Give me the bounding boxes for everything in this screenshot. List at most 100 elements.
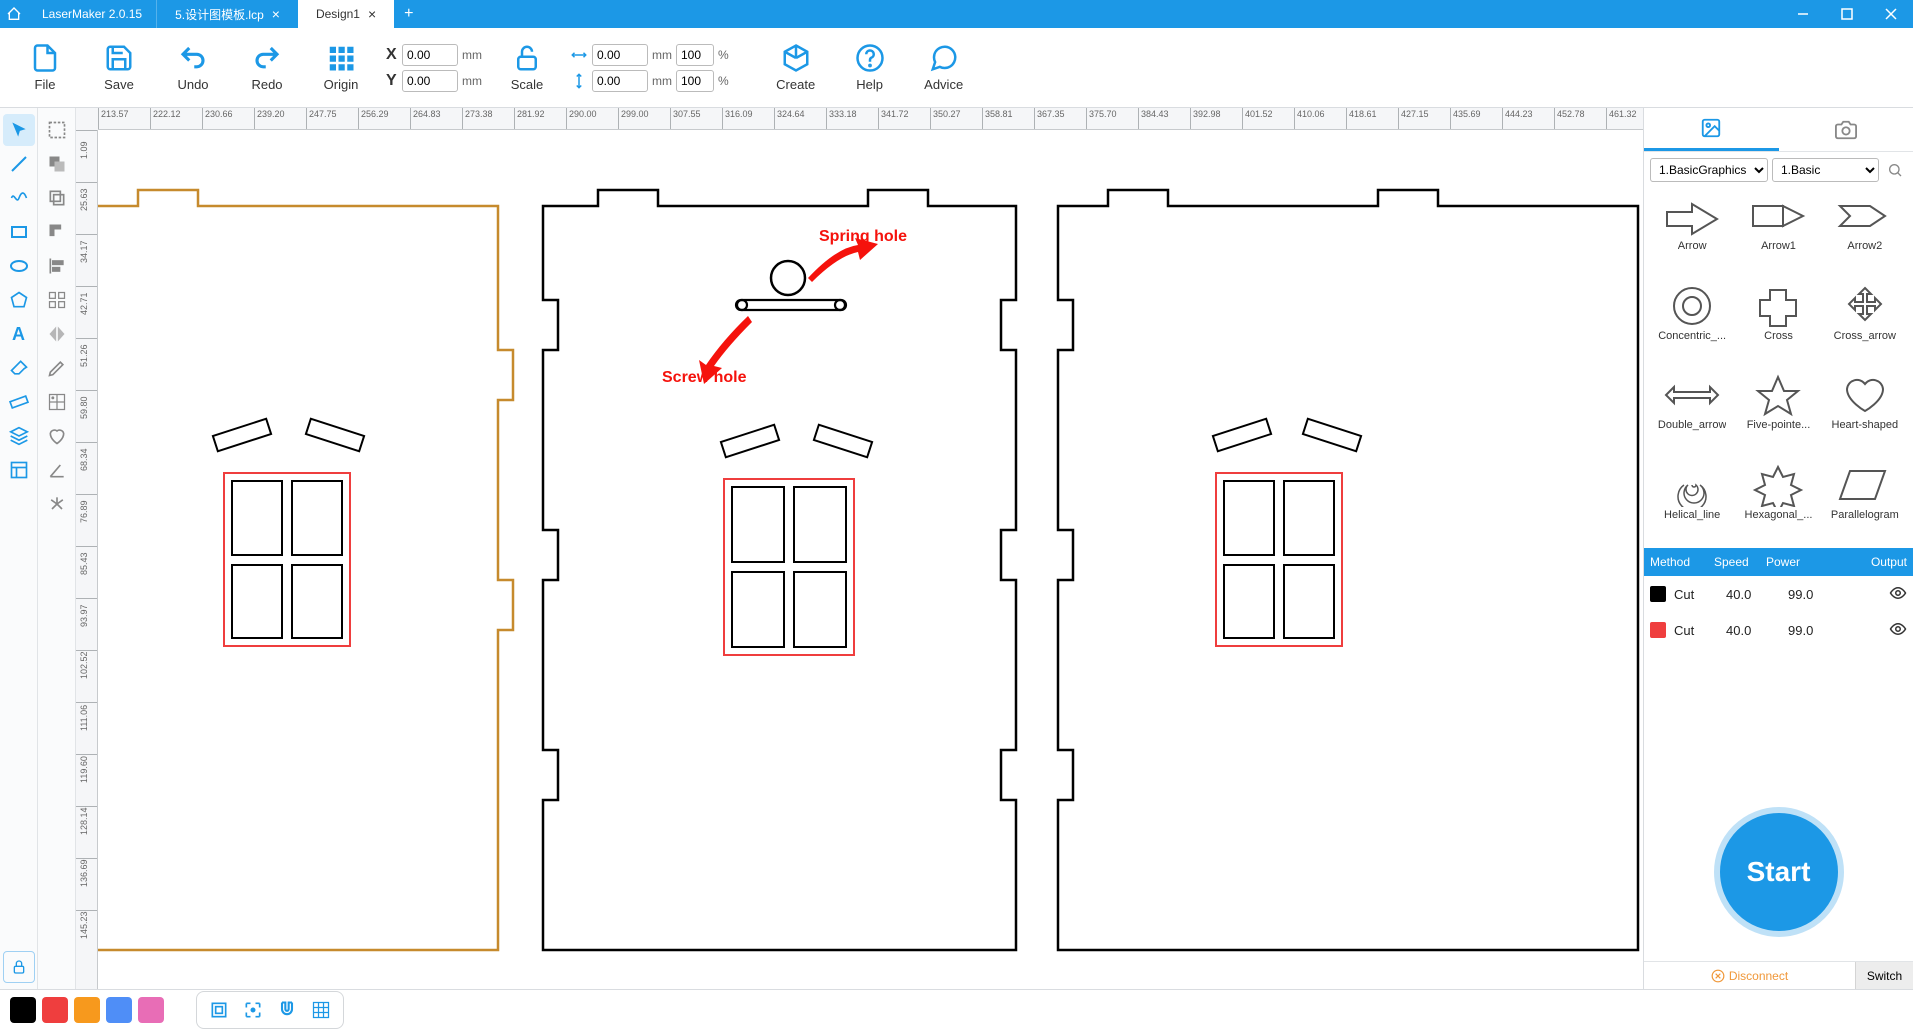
text-tool[interactable]: A bbox=[3, 318, 35, 350]
advice-button[interactable]: Advice bbox=[909, 33, 979, 103]
close-button[interactable] bbox=[1869, 0, 1913, 28]
shape-hexagonal-[interactable]: Hexagonal_... bbox=[1736, 459, 1820, 547]
marquee-tool[interactable] bbox=[41, 114, 73, 146]
clone-tool[interactable] bbox=[41, 182, 73, 214]
curve-tool[interactable] bbox=[3, 182, 35, 214]
layer-row[interactable]: Cut40.099.0 bbox=[1644, 612, 1913, 648]
layer-speed: 40.0 bbox=[1726, 587, 1778, 602]
shape-cross-arrow[interactable]: Cross_arrow bbox=[1823, 280, 1907, 368]
burst-icon bbox=[47, 494, 67, 514]
cursor-icon bbox=[9, 120, 29, 140]
category-select-1[interactable]: 1.BasicGraphics bbox=[1650, 158, 1768, 182]
color-swatch[interactable] bbox=[138, 997, 164, 1023]
center-button[interactable] bbox=[237, 994, 269, 1026]
width-pct-input[interactable] bbox=[676, 44, 714, 66]
mirror-tool[interactable] bbox=[41, 318, 73, 350]
file-label: File bbox=[35, 77, 56, 92]
height-input[interactable] bbox=[592, 70, 648, 92]
start-button[interactable]: Start bbox=[1714, 807, 1844, 937]
shape-double-arrow[interactable]: Double_arrow bbox=[1650, 369, 1734, 457]
undo-button[interactable]: Undo bbox=[158, 33, 228, 103]
shape-heart-shaped[interactable]: Heart-shaped bbox=[1823, 369, 1907, 457]
x-input[interactable] bbox=[402, 44, 458, 66]
tab-template[interactable]: 5.设计图模板.lcp × bbox=[157, 0, 298, 28]
color-swatch[interactable] bbox=[74, 997, 100, 1023]
save-button[interactable]: Save bbox=[84, 33, 154, 103]
origin-button[interactable]: Origin bbox=[306, 33, 376, 103]
ruler-tool[interactable] bbox=[3, 386, 35, 418]
layer-visibility[interactable] bbox=[1840, 584, 1907, 605]
library-tab[interactable] bbox=[1644, 108, 1779, 151]
snap-button[interactable] bbox=[271, 994, 303, 1026]
shape-arrow[interactable]: Arrow bbox=[1650, 190, 1734, 278]
pct-label: % bbox=[718, 48, 729, 62]
redo-button[interactable]: Redo bbox=[232, 33, 302, 103]
ruler-tick: 1.09 bbox=[76, 130, 98, 131]
search-button[interactable] bbox=[1883, 158, 1907, 182]
fit-button[interactable] bbox=[203, 994, 235, 1026]
create-button[interactable]: Create bbox=[761, 33, 831, 103]
layer-row[interactable]: Cut40.099.0 bbox=[1644, 576, 1913, 612]
rect-tool[interactable] bbox=[3, 216, 35, 248]
ruler-tick: 59.80 bbox=[76, 390, 98, 391]
align-left-tool[interactable] bbox=[41, 250, 73, 282]
layout-tool[interactable] bbox=[3, 454, 35, 486]
width-input[interactable] bbox=[592, 44, 648, 66]
shape-five-pointe-[interactable]: Five-pointe... bbox=[1736, 369, 1820, 457]
combine-tool[interactable] bbox=[41, 148, 73, 180]
shape-icon bbox=[1748, 373, 1808, 417]
angle-tool[interactable] bbox=[41, 454, 73, 486]
disconnect-label: Disconnect bbox=[1729, 969, 1788, 983]
layers-tool[interactable] bbox=[3, 420, 35, 452]
shape-concentric-[interactable]: Concentric_... bbox=[1650, 280, 1734, 368]
close-icon[interactable]: × bbox=[272, 6, 280, 22]
shape-arrow2[interactable]: Arrow2 bbox=[1823, 190, 1907, 278]
shape-arrow1[interactable]: Arrow1 bbox=[1736, 190, 1820, 278]
category-select-2[interactable]: 1.Basic bbox=[1772, 158, 1879, 182]
ruler-tick: 42.71 bbox=[76, 286, 98, 287]
add-tab-button[interactable]: + bbox=[394, 5, 423, 23]
ruler-tick: 256.29 bbox=[358, 108, 389, 130]
shape-parallelogram[interactable]: Parallelogram bbox=[1823, 459, 1907, 547]
tab-design1[interactable]: Design1 × bbox=[298, 0, 394, 28]
layer-visibility[interactable] bbox=[1840, 620, 1907, 641]
color-swatch[interactable] bbox=[42, 997, 68, 1023]
eraser-tool[interactable] bbox=[3, 352, 35, 384]
ellipse-tool[interactable] bbox=[3, 250, 35, 282]
home-button[interactable] bbox=[0, 0, 28, 28]
heart-tool[interactable] bbox=[41, 420, 73, 452]
y-input[interactable] bbox=[402, 70, 458, 92]
line-tool[interactable] bbox=[3, 148, 35, 180]
file-button[interactable]: File bbox=[10, 33, 80, 103]
burst-tool[interactable] bbox=[41, 488, 73, 520]
shape-helical-line[interactable]: Helical_line bbox=[1650, 459, 1734, 547]
grid-toggle[interactable] bbox=[305, 994, 337, 1026]
minimize-button[interactable] bbox=[1781, 0, 1825, 28]
color-swatch[interactable] bbox=[106, 997, 132, 1023]
lock-toggle[interactable] bbox=[3, 951, 35, 983]
polygon-tool[interactable] bbox=[3, 284, 35, 316]
height-pct-input[interactable] bbox=[676, 70, 714, 92]
color-swatch[interactable] bbox=[10, 997, 36, 1023]
help-button[interactable]: Help bbox=[835, 33, 905, 103]
pen-tool[interactable] bbox=[41, 352, 73, 384]
canvas[interactable]: Spring hole Screw hole bbox=[98, 130, 1643, 989]
ruler-tick: 435.69 bbox=[1450, 108, 1481, 130]
ruler-tick: 333.18 bbox=[826, 108, 857, 130]
redo-icon bbox=[252, 43, 282, 73]
subtract-tool[interactable] bbox=[41, 216, 73, 248]
camera-tab[interactable] bbox=[1779, 108, 1913, 151]
ruler-tick: 239.20 bbox=[254, 108, 285, 130]
array-tool[interactable] bbox=[41, 386, 73, 418]
switch-button[interactable]: Switch bbox=[1855, 962, 1913, 989]
disconnect-button[interactable]: Disconnect bbox=[1644, 969, 1855, 983]
ruler-tick: 375.70 bbox=[1086, 108, 1117, 130]
eraser-icon bbox=[9, 358, 29, 378]
shape-cross[interactable]: Cross bbox=[1736, 280, 1820, 368]
close-icon[interactable]: × bbox=[368, 6, 376, 22]
select-tool[interactable] bbox=[3, 114, 35, 146]
maximize-button[interactable] bbox=[1825, 0, 1869, 28]
grid-tool[interactable] bbox=[41, 284, 73, 316]
scale-button[interactable]: Scale bbox=[492, 33, 562, 103]
undo-icon bbox=[178, 43, 208, 73]
